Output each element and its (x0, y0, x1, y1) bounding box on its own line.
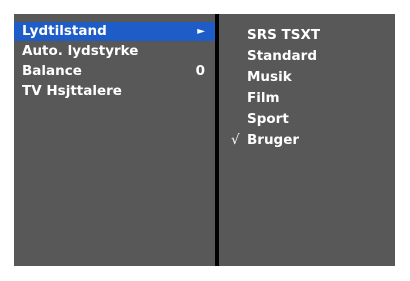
option-film[interactable]: Film (219, 88, 395, 109)
option-label: Film (247, 90, 280, 106)
option-label: Musik (247, 69, 292, 85)
sound-mode-submenu: SRS TSXT Standard Musik Film Sport √ Bru… (219, 14, 395, 266)
option-bruger[interactable]: √ Bruger (219, 130, 395, 151)
option-srs-tsxt[interactable]: SRS TSXT (219, 25, 395, 46)
menu-item-tv-hsjttalere[interactable]: TV Hsjttalere (14, 82, 215, 101)
sound-menu-panel: Lydtilstand ► Auto. lydstyrke Balance 0 … (14, 14, 215, 266)
menu-item-lydtilstand[interactable]: Lydtilstand ► (14, 22, 215, 41)
option-sport[interactable]: Sport (219, 109, 395, 130)
option-standard[interactable]: Standard (219, 46, 395, 67)
option-musik[interactable]: Musik (219, 67, 395, 88)
check-mark-icon: √ (231, 132, 240, 148)
option-label: Standard (247, 48, 317, 64)
option-label: SRS TSXT (247, 27, 321, 43)
menu-item-label: Auto. lydstyrke (22, 43, 139, 59)
menu-item-balance[interactable]: Balance 0 (14, 62, 215, 81)
submenu-arrow-icon: ► (197, 26, 205, 37)
menu-item-label: TV Hsjttalere (22, 83, 122, 99)
menu-item-label: Balance (22, 63, 82, 79)
balance-value: 0 (195, 63, 205, 79)
option-label: Bruger (247, 132, 300, 148)
menu-item-auto-lydstyrke[interactable]: Auto. lydstyrke (14, 42, 215, 61)
tv-osd-screen: Lydtilstand ► Auto. lydstyrke Balance 0 … (14, 14, 395, 266)
option-label: Sport (247, 111, 289, 127)
menu-item-label: Lydtilstand (22, 23, 107, 39)
